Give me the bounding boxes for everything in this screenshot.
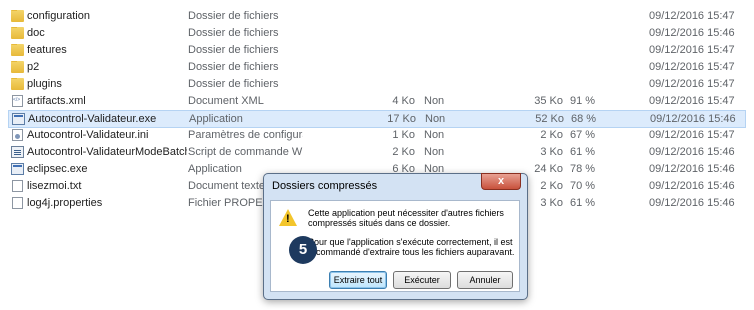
exe-icon (11, 163, 24, 175)
file-row[interactable]: artifacts.xml Document XML 4 Ko Non 35 Ko 91 … (8, 93, 746, 110)
folder-icon (11, 44, 24, 56)
file-packed-size: 3 Ko (540, 146, 563, 158)
run-button[interactable]: Exécuter (393, 271, 451, 289)
file-type: Document XML (188, 95, 264, 107)
file-row[interactable]: p2 Dossier de fichiers 09/12/2016 15:47 (8, 59, 746, 76)
file-name: log4j.properties (27, 197, 103, 209)
file-name: doc (27, 27, 45, 39)
batch-file-icon (11, 146, 24, 158)
dialog-message-2: Pour que l'application s'exécute correct… (308, 237, 515, 257)
file-row[interactable]: plugins Dossier de fichiers 09/12/2016 15:… (8, 76, 746, 93)
file-protected: Non (425, 113, 446, 125)
extract-all-button[interactable]: Extraire tout (329, 271, 387, 289)
file-ratio: 78 % (570, 163, 596, 175)
file-ratio: 68 % (571, 113, 597, 125)
cancel-button[interactable]: Annuler (457, 271, 513, 289)
dialog-title: Dossiers compressés (272, 180, 378, 192)
file-packed-size: 35 Ko (534, 95, 563, 107)
file-size: 2 Ko (392, 146, 415, 158)
file-name: plugins (27, 78, 62, 90)
file-date: 09/12/2016 15:46 (649, 197, 735, 209)
file-packed-size: 2 Ko (540, 129, 563, 141)
file-type: Paramètres de configurati... (188, 129, 303, 141)
file-date: 09/12/2016 15:47 (649, 95, 735, 107)
file-name: Autocontrol-Validateur.ini (27, 129, 149, 141)
file-size: 17 Ko (387, 113, 416, 125)
file-name: artifacts.xml (27, 95, 86, 107)
file-date: 09/12/2016 15:47 (649, 78, 735, 90)
file-type: Dossier de fichiers (188, 61, 279, 73)
file-ratio: 61 % (570, 146, 596, 158)
file-size: 4 Ko (392, 95, 415, 107)
file-row[interactable]: configuration Dossier de fichiers 09/12/20… (8, 8, 746, 25)
file-ratio: 67 % (570, 129, 596, 141)
file-row[interactable]: Autocontrol-Validateur.ini Paramètres de … (8, 127, 746, 144)
file-ratio: 70 % (570, 180, 596, 192)
file-name: lisezmoi.txt (27, 180, 82, 192)
step-number-badge: 5 (289, 236, 317, 264)
file-row[interactable]: Autocontrol-Validateur.exe Application 17 … (8, 110, 746, 128)
file-protected: Non (424, 95, 445, 107)
file-name: features (27, 44, 67, 56)
file-date: 09/12/2016 15:47 (649, 129, 735, 141)
file-packed-size: 52 Ko (535, 113, 564, 125)
file-icon (12, 197, 23, 209)
folder-icon (11, 27, 24, 39)
folder-icon (11, 10, 24, 22)
file-name: Autocontrol-Validateur.exe (28, 113, 157, 125)
file-date: 09/12/2016 15:47 (649, 10, 735, 22)
xml-file-icon (12, 95, 23, 107)
file-type: Dossier de fichiers (188, 44, 279, 56)
file-type: Dossier de fichiers (188, 78, 279, 90)
file-packed-size: 24 Ko (534, 163, 563, 175)
file-name: eclipsec.exe (27, 163, 88, 175)
dialog-message-1: Cette application peut nécessiter d'autr… (308, 208, 504, 228)
file-ratio: 61 % (570, 197, 596, 209)
file-date: 09/12/2016 15:47 (649, 61, 735, 73)
file-date: 09/12/2016 15:46 (649, 180, 735, 192)
file-date: 09/12/2016 15:47 (649, 44, 735, 56)
file-row[interactable]: features Dossier de fichiers 09/12/2016 15… (8, 42, 746, 59)
file-protected: Non (424, 146, 445, 158)
file-type: Application (189, 113, 243, 125)
file-type: Script de commande Win... (188, 146, 303, 158)
folder-icon (11, 78, 24, 90)
file-date: 09/12/2016 15:46 (649, 146, 735, 158)
folder-icon (11, 61, 24, 73)
file-row[interactable]: doc Dossier de fichiers 09/12/2016 15:46 (8, 25, 746, 42)
file-name: configuration (27, 10, 90, 22)
file-date: 09/12/2016 15:46 (650, 113, 736, 125)
warning-mark: ! (286, 213, 290, 225)
file-name: p2 (27, 61, 40, 73)
file-date: 09/12/2016 15:46 (649, 27, 735, 39)
file-packed-size: 3 Ko (540, 197, 563, 209)
exe-icon (12, 113, 25, 125)
file-size: 1 Ko (392, 129, 415, 141)
file-type: Dossier de fichiers (188, 27, 279, 39)
file-name: Autocontrol-ValidateurModeBatch... (27, 146, 187, 158)
ini-file-icon (12, 129, 23, 141)
text-file-icon (12, 180, 23, 192)
file-type: Dossier de fichiers (188, 10, 279, 22)
file-ratio: 91 % (570, 95, 596, 107)
file-row[interactable]: Autocontrol-ValidateurModeBatch... Script… (8, 144, 746, 161)
close-button[interactable]: x (481, 173, 521, 190)
file-protected: Non (424, 129, 445, 141)
file-date: 09/12/2016 15:46 (649, 163, 735, 175)
file-packed-size: 2 Ko (540, 180, 563, 192)
